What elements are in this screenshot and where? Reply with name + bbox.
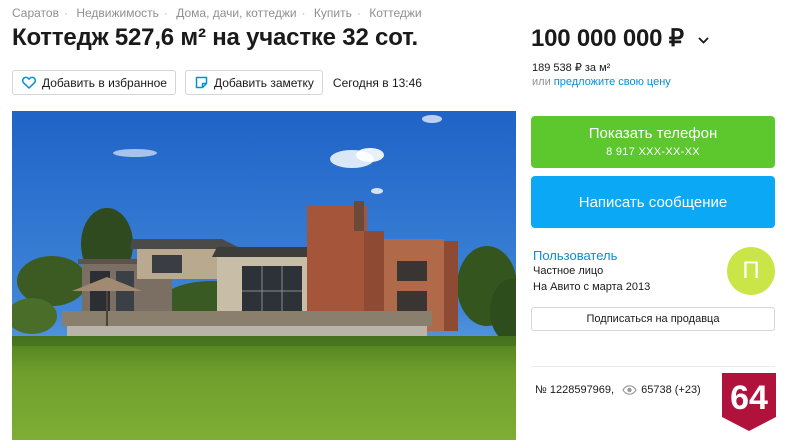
breadcrumb-separator: · — [163, 6, 168, 20]
breadcrumb: Саратов · Недвижимость · Дома, дачи, котте… — [12, 6, 422, 20]
show-phone-button[interactable]: Показать телефон 8 917 XXX-XX-XX — [531, 116, 775, 168]
add-note-button[interactable]: Добавить заметку — [184, 70, 323, 95]
breadcrumb-item-realty[interactable]: Недвижимость — [76, 6, 159, 20]
breadcrumb-item-buy[interactable]: Купить — [314, 6, 352, 20]
breadcrumb-separator: · — [63, 6, 68, 20]
show-phone-label: Показать телефон — [588, 125, 718, 142]
chevron-down-icon[interactable] — [698, 37, 709, 44]
breadcrumb-item-houses[interactable]: Дома, дачи, коттеджи — [176, 6, 296, 20]
offer-prefix: или — [532, 76, 551, 88]
add-to-favorites-button[interactable]: Добавить в избранное — [12, 70, 176, 95]
published-date: Сегодня в 13:46 — [332, 75, 422, 90]
avatar[interactable]: П — [727, 247, 775, 295]
note-icon — [195, 76, 208, 89]
offer-price-link[interactable]: предложите свою цену — [554, 76, 671, 88]
price: 100 000 000 ₽ — [531, 25, 684, 52]
region-badge-logo: 64 — [722, 373, 776, 431]
seller-name-link[interactable]: Пользователь — [533, 248, 617, 263]
listing-meta: № 1228597969, 65738 (+23) — [535, 384, 701, 396]
offer-price-row: или предложите свою цену — [532, 76, 671, 88]
price-per-meter: 189 538 ₽ за м² — [532, 62, 611, 74]
listing-actions: Добавить в избранное Добавить заметку Се… — [12, 70, 422, 95]
house-photo-illustration — [12, 111, 516, 440]
subscribe-seller-button[interactable]: Подписаться на продавца — [531, 307, 775, 331]
breadcrumb-separator: · — [301, 6, 306, 20]
eye-icon — [622, 385, 637, 395]
breadcrumb-separator: · — [356, 6, 361, 20]
add-to-favorites-label: Добавить в избранное — [42, 75, 167, 90]
listing-photo[interactable] — [12, 111, 516, 440]
add-note-label: Добавить заметку — [213, 75, 314, 90]
price-row: 100 000 000 ₽ — [531, 24, 709, 53]
write-message-button[interactable]: Написать сообщение — [531, 176, 775, 228]
view-count: 65738 (+23) — [641, 384, 701, 396]
ad-number: № 1228597969, — [535, 384, 615, 396]
region-badge-text: 64 — [730, 379, 768, 417]
heart-icon — [22, 76, 36, 89]
seller-since: На Авито с марта 2013 — [533, 281, 651, 293]
breadcrumb-item-city[interactable]: Саратов — [12, 6, 59, 20]
breadcrumb-item-cottages[interactable]: Коттеджи — [369, 6, 421, 20]
page-title: Коттедж 527,6 м² на участке 32 сот. — [12, 24, 418, 51]
phone-masked: 8 917 XXX-XX-XX — [606, 146, 700, 158]
divider — [531, 366, 775, 367]
seller-type: Частное лицо — [533, 265, 604, 277]
